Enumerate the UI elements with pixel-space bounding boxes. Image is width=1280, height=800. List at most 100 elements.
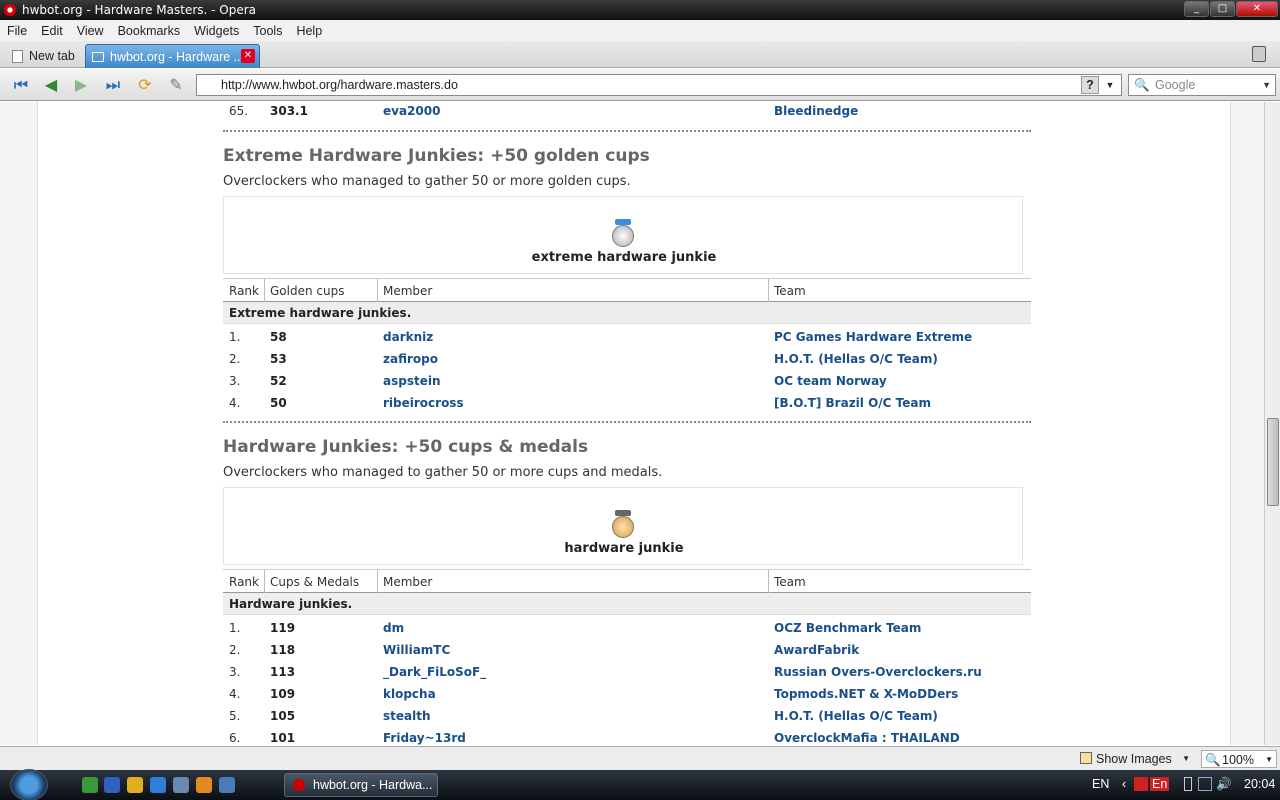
member-link[interactable]: _Dark_FiLoSoF_	[383, 665, 486, 679]
header-value[interactable]: Golden cups	[270, 284, 344, 298]
status-bar: Show Images ▼ 🔍 100% ▼	[0, 746, 1280, 770]
show-desktop-icon[interactable]	[219, 777, 235, 793]
header-team[interactable]: Team	[774, 284, 806, 298]
zoom-icon: 🔍	[1205, 753, 1221, 767]
edit-icon[interactable]: ✎	[165, 74, 187, 96]
site-info-button[interactable]: ?	[1081, 76, 1099, 94]
menu-bookmarks[interactable]: Bookmarks	[111, 24, 188, 38]
member-link[interactable]: Friday~13rd	[383, 731, 466, 745]
system-tray: EN ‹ En 🔊 20:04	[1084, 770, 1280, 800]
team-link[interactable]: [B.O.T] Brazil O/C Team	[774, 396, 931, 410]
team-link[interactable]: PC Games Hardware Extreme	[774, 330, 972, 344]
ie-icon[interactable]	[150, 777, 166, 793]
battery-icon[interactable]	[1184, 777, 1192, 791]
tab-hwbot[interactable]: hwbot.org - Hardware ... ✕	[85, 44, 260, 68]
trash-icon[interactable]	[1252, 46, 1266, 62]
fast-forward-icon[interactable]: ⏭	[102, 74, 124, 96]
language-indicator[interactable]: EN	[1092, 777, 1109, 791]
quicklaunch-icon[interactable]	[173, 777, 189, 793]
rank: 1.	[229, 621, 241, 635]
value: 50	[270, 396, 287, 410]
team-link[interactable]: H.O.T. (Hellas O/C Team)	[774, 352, 938, 366]
value: 109	[270, 687, 296, 701]
member-link[interactable]: eva2000	[383, 104, 440, 118]
vertical-scrollbar[interactable]	[1264, 102, 1280, 745]
show-images-button[interactable]: Show Images ▼	[1078, 750, 1194, 768]
header-rank[interactable]: Rank	[229, 575, 259, 589]
header-team[interactable]: Team	[774, 575, 806, 589]
quicklaunch-icon[interactable]	[104, 777, 120, 793]
header-member[interactable]: Member	[383, 575, 432, 589]
team-link[interactable]: OC team Norway	[774, 374, 887, 388]
menu-tools[interactable]: Tools	[246, 24, 289, 38]
member-link[interactable]: ribeirocross	[383, 396, 464, 410]
network-icon[interactable]	[1198, 777, 1212, 791]
table-row: 2. 53 zafiropo H.O.T. (Hellas O/C Team)	[223, 348, 1031, 370]
table-header: Rank Golden cups Member Team	[223, 278, 1031, 302]
menu-file[interactable]: File	[0, 24, 34, 38]
member-link[interactable]: WilliamTC	[383, 643, 450, 657]
member-link[interactable]: zafiropo	[383, 352, 438, 366]
tray-icon[interactable]	[1134, 777, 1148, 791]
volume-icon[interactable]: 🔊	[1216, 777, 1232, 792]
team-link[interactable]: H.O.T. (Hellas O/C Team)	[774, 709, 938, 723]
team-link[interactable]: Topmods.NET & X-MoDDers	[774, 687, 958, 701]
member-link[interactable]: darkniz	[383, 330, 433, 344]
back-icon[interactable]: ◀	[40, 74, 62, 96]
member-link[interactable]: aspstein	[383, 374, 441, 388]
rewind-icon[interactable]: ⏮	[10, 74, 32, 96]
search-icon: 🔍	[1134, 78, 1150, 92]
scrollbar-thumb[interactable]	[1267, 418, 1279, 506]
header-rank[interactable]: Rank	[229, 284, 259, 298]
table-row: 1. 119 dm OCZ Benchmark Team	[223, 617, 1031, 639]
team-link[interactable]: Bleedinedge	[774, 104, 858, 118]
header-value[interactable]: Cups & Medals	[270, 575, 359, 589]
tab-label: hwbot.org - Hardware ...	[110, 49, 245, 64]
page-body: 65. 303.1 eva2000 Bleedinedge Extreme Ha…	[37, 102, 1231, 745]
quicklaunch-icon[interactable]	[82, 777, 98, 793]
member-link[interactable]: klopcha	[383, 687, 436, 701]
start-button[interactable]	[10, 769, 48, 800]
menu-widgets[interactable]: Widgets	[187, 24, 246, 38]
close-window-button[interactable]: ✕	[1236, 1, 1278, 17]
table-header: Rank Cups & Medals Member Team	[223, 569, 1031, 593]
menu-help[interactable]: Help	[289, 24, 329, 38]
badge-box: hardware junkie	[223, 487, 1023, 565]
close-tab-icon[interactable]: ✕	[241, 49, 255, 63]
maximize-button[interactable]: □	[1210, 1, 1235, 17]
taskbar-window-label: hwbot.org - Hardwa...	[313, 778, 433, 792]
tab-label: New tab	[29, 49, 75, 63]
minimize-button[interactable]: _	[1184, 1, 1209, 17]
value: 58	[270, 330, 287, 344]
zoom-control[interactable]: 🔍 100% ▼	[1201, 750, 1277, 768]
table-row: 3. 52 aspstein OC team Norway	[223, 370, 1031, 392]
address-field[interactable]: http://www.hwbot.org/hardware.masters.do…	[196, 74, 1122, 96]
forward-icon[interactable]: ▶	[70, 74, 92, 96]
team-link[interactable]: OverclockMafia : THAILAND	[774, 731, 960, 745]
value: 113	[270, 665, 296, 679]
chevron-down-icon[interactable]: ▼	[1101, 76, 1119, 94]
menu-edit[interactable]: Edit	[34, 24, 70, 38]
tab-new[interactable]: New tab	[6, 44, 82, 68]
ime-indicator[interactable]: En	[1150, 777, 1170, 791]
menu-view[interactable]: View	[70, 24, 111, 38]
quicklaunch-icon[interactable]	[196, 777, 212, 793]
member-link[interactable]: dm	[383, 621, 404, 635]
badge-label: hardware junkie	[564, 541, 684, 556]
divider	[223, 421, 1031, 423]
team-link[interactable]: Russian Overs-Overclockers.ru	[774, 665, 982, 679]
search-input[interactable]: 🔍 Google ▼	[1128, 74, 1276, 96]
team-link[interactable]: OCZ Benchmark Team	[774, 621, 921, 635]
quicklaunch-icon[interactable]	[127, 777, 143, 793]
header-member[interactable]: Member	[383, 284, 432, 298]
chevron-left-icon[interactable]: ‹	[1122, 777, 1126, 791]
taskbar-window-button[interactable]: hwbot.org - Hardwa...	[284, 773, 438, 797]
badge-label: extreme hardware junkie	[531, 250, 717, 265]
reload-icon[interactable]: ⟳	[134, 74, 156, 96]
chevron-down-icon[interactable]: ▼	[1262, 75, 1271, 95]
clock[interactable]: 20:04	[1244, 777, 1275, 791]
member-link[interactable]: stealth	[383, 709, 431, 723]
value: 303.1	[270, 104, 308, 118]
table-row: 1. 58 darkniz PC Games Hardware Extreme	[223, 326, 1031, 348]
team-link[interactable]: AwardFabrik	[774, 643, 859, 657]
